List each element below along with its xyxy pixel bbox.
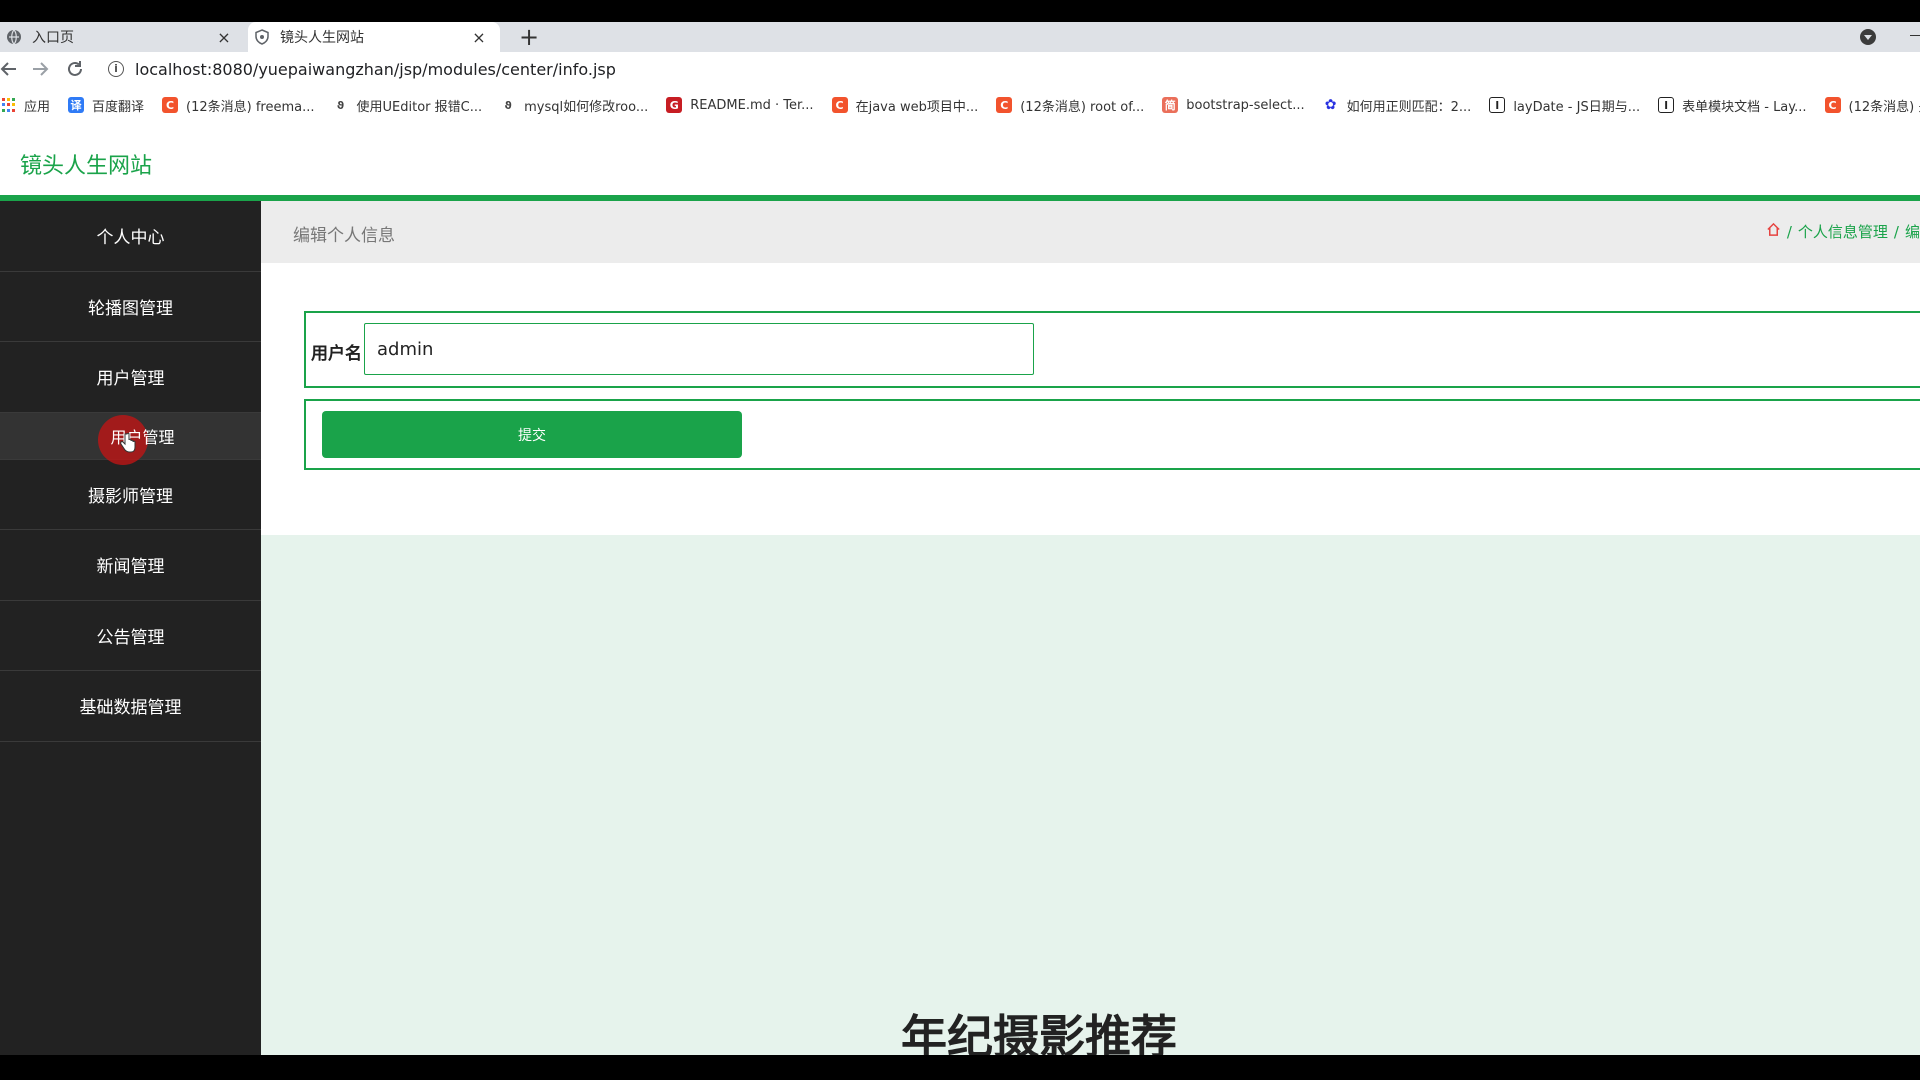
bookmark-label: layDate - JS日期与... — [1513, 99, 1641, 115]
main-content: 编辑个人信息 / 个人信息管理 / 编 用户名 提交 年纪摄影推荐 — [261, 201, 1920, 1055]
bookmark-label: (12条消息) freema... — [186, 99, 315, 115]
content-header: 编辑个人信息 / 个人信息管理 / 编 — [261, 201, 1920, 263]
bookmark-label: README.md · Ter... — [690, 97, 814, 113]
link-icon: ϑ — [504, 98, 512, 112]
bookmark-item[interactable]: C (12条消息) freema... — [162, 96, 315, 115]
bookmark-item[interactable]: 译百度翻译 — [68, 96, 144, 115]
shield-icon — [254, 29, 270, 45]
form-panel: 用户名 提交 — [261, 263, 1920, 535]
breadcrumb-item[interactable]: 个人信息管理 — [1798, 221, 1888, 242]
bookmark-label: bootstrap-select... — [1186, 97, 1305, 113]
bookmark-item[interactable]: G README.md · Ter... — [666, 97, 814, 113]
breadcrumb-separator: / — [1893, 222, 1899, 241]
sidebar-item-label: 新闻管理 — [96, 557, 165, 578]
bookmark-label: 表单模块文档 - Lay... — [1682, 99, 1807, 115]
sidebar-subitem-users[interactable]: 用户管理 — [0, 412, 261, 465]
bookmark-label: (12条消息) root of... — [1020, 99, 1145, 115]
bookmark-item[interactable]: 简 bootstrap-select... — [1162, 97, 1305, 113]
link-icon: ϑ — [336, 98, 345, 112]
jianshu-icon: 简 — [1162, 97, 1179, 113]
breadcrumb: / 个人信息管理 / 编 — [1766, 221, 1920, 242]
bookmark-item[interactable]: C (12条消息) 关于lay... — [1824, 96, 1920, 115]
tab-close-icon[interactable]: × — [470, 28, 488, 47]
page-title: 编辑个人信息 — [293, 226, 395, 246]
csdn-icon: C — [831, 97, 848, 113]
csdn-icon: C — [996, 97, 1013, 113]
hand-cursor-icon — [120, 432, 136, 452]
sidebar: 个人中心 轮播图管理 用户管理 用户管理 摄影师管理 新闻管理 公告管理 基础数… — [0, 201, 261, 1055]
bookmark-item[interactable]: ✿ 如何用正则匹配：2... — [1323, 96, 1472, 115]
sidebar-item-news[interactable]: 新闻管理 — [0, 530, 261, 601]
username-row: 用户名 — [304, 311, 1920, 388]
bookmark-item[interactable]: l layDate - JS日期与... — [1489, 96, 1640, 115]
tab-search-icon[interactable] — [1860, 29, 1876, 45]
minimize-icon[interactable] — [1910, 35, 1920, 36]
sidebar-item-basic-data[interactable]: 基础数据管理 — [0, 671, 261, 742]
bookmark-label: 在java web项目中... — [855, 99, 979, 115]
back-arrow-icon[interactable] — [0, 56, 22, 82]
web-page: 镜头人生网站 个人中心 轮播图管理 用户管理 用户管理 摄影师管理 新闻管理 公… — [0, 123, 1920, 1055]
bottom-caption: 年纪摄影推荐 — [901, 1010, 1177, 1055]
sidebar-item-notices[interactable]: 公告管理 — [0, 601, 261, 671]
baidu-translate-icon: 译 — [68, 97, 85, 113]
gitee-icon: G — [666, 97, 683, 113]
sidebar-item-label: 个人中心 — [96, 228, 165, 249]
sidebar-item-carousel[interactable]: 轮播图管理 — [0, 272, 261, 342]
layui-icon: l — [1489, 97, 1506, 113]
site-title[interactable]: 镜头人生网站 — [20, 148, 152, 180]
tab-title: 入口页 — [32, 30, 74, 46]
browser-tab-entry[interactable]: 入口页 × — [0, 22, 245, 52]
sidebar-item-label: 摄影师管理 — [88, 486, 173, 507]
forward-arrow-icon[interactable] — [27, 56, 53, 82]
new-tab-button[interactable]: + — [515, 22, 543, 52]
bookmark-item[interactable]: l 表单模块文档 - Lay... — [1658, 96, 1807, 115]
bookmarks-bar: 应用 译百度翻译 C (12条消息) freema... ϑ 使用UEditor 报错C… — [0, 87, 1920, 123]
sidebar-item-personal-center[interactable]: 个人中心 — [0, 201, 261, 272]
baidu-paw-icon: ✿ — [1324, 97, 1337, 113]
bookmark-item[interactable]: C (12条消息) root of... — [996, 96, 1144, 115]
breadcrumb-item: 编 — [1904, 223, 1920, 241]
submit-row: 提交 — [304, 399, 1920, 470]
tab-title: 镜头人生网站 — [280, 30, 364, 46]
bookmark-label: 如何用正则匹配：2... — [1346, 99, 1472, 115]
globe-icon — [6, 29, 22, 45]
bookmark-item[interactable]: ϑ 使用UEditor 报错C... — [333, 96, 483, 115]
bookmark-label: 百度翻译 — [92, 99, 145, 115]
username-input[interactable] — [364, 323, 1034, 375]
breadcrumb-separator: / — [1786, 222, 1792, 241]
bookmark-apps[interactable]: 应用 — [0, 96, 50, 115]
submit-button[interactable]: 提交 — [322, 411, 742, 458]
browser-toolbar: i localhost:8080/yuepaiwangzhan/jsp/modu… — [0, 52, 1920, 87]
bookmark-label: 应用 — [24, 99, 51, 115]
sidebar-item-label: 基础数据管理 — [79, 698, 182, 719]
bookmark-item[interactable]: ϑ mysql如何修改roo... — [500, 96, 648, 115]
layui-icon: l — [1658, 97, 1675, 113]
username-label: 用户名 — [311, 344, 362, 364]
home-icon[interactable] — [1766, 222, 1781, 241]
browser-tabstrip: 入口页 × 镜头人生网站 × + — [0, 22, 1920, 52]
apps-grid-icon — [2, 98, 16, 112]
tab-close-icon[interactable]: × — [215, 28, 233, 47]
site-header: 镜头人生网站 — [0, 123, 1920, 195]
sidebar-item-label: 用户管理 — [96, 369, 165, 390]
bookmark-label: 使用UEditor 报错C... — [356, 99, 483, 115]
csdn-icon: C — [1824, 97, 1841, 113]
sidebar-item-label: 轮播图管理 — [88, 298, 173, 319]
browser-tab-site[interactable]: 镜头人生网站 × — [248, 22, 500, 52]
sidebar-item-label: 公告管理 — [96, 627, 165, 648]
site-info-icon[interactable]: i — [108, 61, 124, 77]
address-bar[interactable]: localhost:8080/yuepaiwangzhan/jsp/module… — [135, 60, 616, 79]
bookmark-label: mysql如何修改roo... — [524, 99, 649, 115]
sidebar-item-photographers[interactable]: 摄影师管理 — [0, 460, 261, 530]
csdn-icon: C — [162, 97, 179, 113]
reload-icon[interactable] — [62, 56, 88, 82]
bookmark-label: (12条消息) 关于lay... — [1848, 99, 1920, 115]
sidebar-item-users[interactable]: 用户管理 — [0, 342, 261, 413]
bookmark-item[interactable]: C 在java web项目中... — [831, 96, 979, 115]
